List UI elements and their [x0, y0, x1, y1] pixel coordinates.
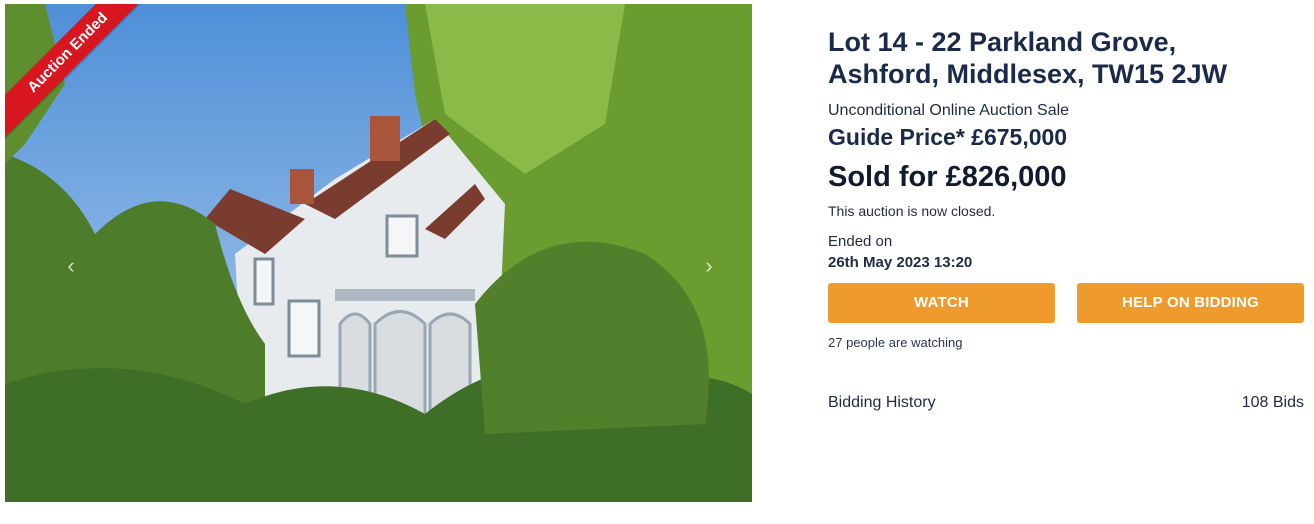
- action-buttons: WATCH HELP ON BIDDING: [828, 283, 1304, 323]
- chevron-left-icon[interactable]: ‹: [59, 254, 83, 278]
- property-photo[interactable]: Auction Ended ‹ ›: [5, 4, 752, 502]
- ended-label: Ended on: [828, 233, 893, 250]
- house-image: [5, 4, 752, 502]
- bidding-history-label: Bidding History: [828, 394, 936, 411]
- ended-date: 26th May 2023 13:20: [828, 254, 973, 271]
- watch-button[interactable]: WATCH: [828, 283, 1055, 323]
- bid-count: 108 Bids: [1241, 394, 1304, 411]
- watcher-count: 27 people are watching: [828, 335, 963, 350]
- listing-title: Lot 14 - 22 Parkland Grove, Ashford, Mid…: [828, 26, 1304, 90]
- listing-details: Lot 14 - 22 Parkland Grove, Ashford, Mid…: [828, 26, 1304, 412]
- chevron-right-icon[interactable]: ›: [697, 254, 721, 278]
- title-line-1: Lot 14 - 22 Parkland Grove,: [828, 27, 1177, 57]
- auction-status: This auction is now closed.: [828, 203, 996, 219]
- sold-price: Sold for £826,000: [828, 161, 1067, 193]
- guide-price: Guide Price* £675,000: [828, 124, 1068, 150]
- sale-type: Unconditional Online Auction Sale: [828, 102, 1070, 119]
- bidding-history-row[interactable]: Bidding History 108 Bids: [828, 394, 1304, 412]
- title-line-2: Ashford, Middlesex, TW15 2JW: [828, 59, 1228, 89]
- help-on-bidding-button[interactable]: HELP ON BIDDING: [1077, 283, 1304, 323]
